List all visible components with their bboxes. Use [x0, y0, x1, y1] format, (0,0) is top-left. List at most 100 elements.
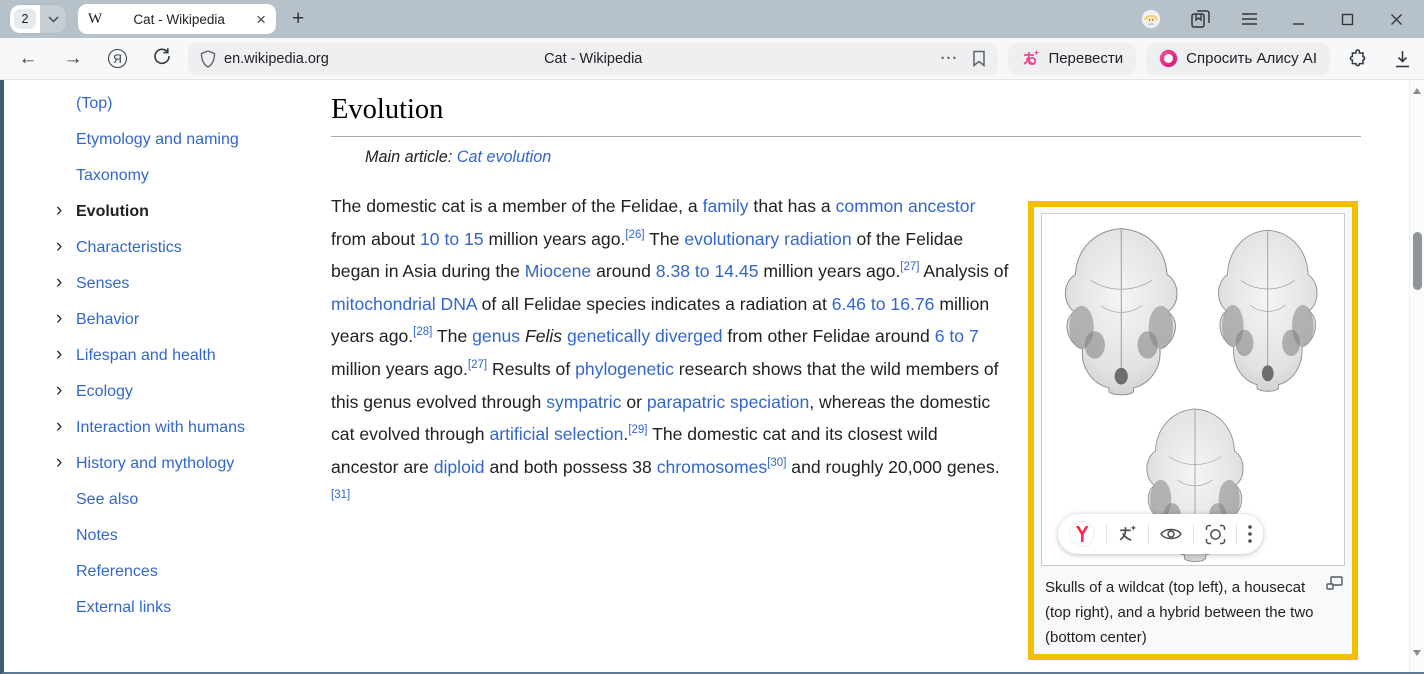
close-window-button[interactable] — [1386, 9, 1406, 29]
translate-button[interactable]: Перевести — [1008, 43, 1136, 75]
sidebar-item-senses[interactable]: ›Senses — [76, 266, 245, 302]
wiki-link[interactable]: diploid — [434, 457, 485, 477]
tab-close-icon[interactable]: × — [256, 11, 266, 28]
minimize-button[interactable] — [1288, 9, 1308, 29]
chevron-right-icon[interactable]: › — [56, 337, 62, 373]
wiki-link[interactable]: Miocene — [525, 261, 592, 281]
chevron-right-icon[interactable]: › — [56, 301, 62, 337]
wiki-link[interactable]: parapatric speciation — [647, 392, 809, 412]
browser-toolbar: ← → Я en.wikipedia.org Cat - Wikipedia ·… — [0, 38, 1424, 80]
menu-icon[interactable] — [1239, 9, 1259, 29]
tab-group-button[interactable]: 2 — [10, 5, 66, 33]
maximize-button[interactable] — [1337, 9, 1357, 29]
more-vertical-icon[interactable] — [1248, 525, 1252, 543]
address-more-icon[interactable]: ··· — [940, 50, 958, 67]
wiki-link[interactable]: chromosomes — [657, 457, 768, 477]
sidebar-item-characteristics[interactable]: ›Characteristics — [76, 230, 245, 266]
sidebar-item-label: See also — [76, 491, 138, 508]
page-scrollbar[interactable] — [1409, 80, 1424, 672]
evolution-paragraph: The domestic cat is a member of the Feli… — [331, 190, 1009, 516]
sidebar-item-label: Behavior — [76, 311, 139, 328]
scrollbar-thumb[interactable] — [1413, 232, 1422, 290]
sidebar-item-top[interactable]: (Top) — [76, 86, 245, 122]
sidebar-item-ecology[interactable]: ›Ecology — [76, 374, 245, 410]
sidebar-item-label: Ecology — [76, 383, 133, 400]
reference-link[interactable]: [27] — [468, 359, 487, 371]
enlarge-icon[interactable] — [1326, 576, 1343, 590]
forward-button[interactable]: → — [63, 48, 83, 70]
reference-link[interactable]: [30] — [767, 457, 786, 469]
downloads-icon[interactable] — [1392, 49, 1412, 69]
extensions-puzzle-icon[interactable] — [1348, 49, 1368, 69]
wiki-link[interactable]: family — [703, 196, 749, 216]
chevron-right-icon[interactable]: › — [56, 373, 62, 409]
reference-link[interactable]: [27] — [900, 261, 919, 273]
skulls-figure-highlighted[interactable]: Skulls of a wildcat (top left), a housec… — [1028, 201, 1358, 660]
translate-icon — [1021, 49, 1040, 68]
yandex-logo-icon[interactable] — [1069, 521, 1095, 547]
hatnote: Main article: Cat evolution — [365, 148, 1361, 167]
sidebar-item-history-and-mythology[interactable]: ›History and mythology — [76, 446, 245, 482]
site-security-shield-icon[interactable] — [200, 50, 216, 68]
eye-icon[interactable] — [1160, 526, 1182, 542]
reference-link[interactable]: [29] — [628, 424, 647, 436]
scroll-down-arrow[interactable] — [1413, 650, 1421, 656]
toolbar-divider — [1193, 524, 1194, 544]
image-search-icon[interactable] — [1205, 524, 1226, 545]
profile-avatar[interactable] — [1141, 9, 1161, 29]
sidebar-item-notes[interactable]: Notes — [76, 518, 245, 554]
tab-counter[interactable]: 2 — [10, 5, 40, 33]
chevron-right-icon[interactable]: › — [56, 445, 62, 481]
sidebar-item-taxonomy[interactable]: Taxonomy — [76, 158, 245, 194]
sidebar-item-see-also[interactable]: See also — [76, 482, 245, 518]
wiki-link[interactable]: genus — [472, 326, 520, 346]
sidebar-item-lifespan-and-health[interactable]: ›Lifespan and health — [76, 338, 245, 374]
reference-link[interactable]: [31] — [331, 489, 350, 501]
skulls-image[interactable] — [1041, 213, 1345, 566]
ask-alice-button[interactable]: Спросить Алису AI — [1146, 43, 1330, 75]
reload-button[interactable] — [152, 47, 172, 71]
chevron-right-icon[interactable]: › — [56, 409, 62, 445]
side-panels-icon[interactable] — [1190, 9, 1210, 29]
tab-cat-wikipedia[interactable]: W Cat - Wikipedia × — [78, 4, 276, 34]
wikipedia-favicon: W — [88, 11, 102, 28]
chevron-right-icon[interactable]: › — [56, 265, 62, 301]
toolbar-divider — [1236, 524, 1237, 544]
wiki-link[interactable]: evolutionary radiation — [684, 229, 851, 249]
sidebar-item-label: Interaction with humans — [76, 419, 245, 436]
back-button[interactable]: ← — [18, 48, 38, 70]
wiki-link[interactable]: 8.38 to 14.45 — [656, 261, 759, 281]
translate-image-icon[interactable] — [1117, 524, 1137, 544]
paragraph-text: Analysis of — [919, 261, 1008, 281]
sidebar-item-evolution[interactable]: ›Evolution — [76, 194, 245, 230]
sidebar-item-external-links[interactable]: External links — [76, 590, 245, 626]
reference-link[interactable]: [28] — [413, 327, 432, 339]
sidebar-item-behavior[interactable]: ›Behavior — [76, 302, 245, 338]
wiki-link[interactable]: 6.46 to 16.76 — [832, 294, 935, 314]
chevron-right-icon[interactable]: › — [56, 193, 62, 229]
yandex-home-button[interactable]: Я — [108, 49, 127, 68]
url-text[interactable]: en.wikipedia.org — [224, 51, 329, 67]
wiki-link[interactable]: genetically diverged — [567, 326, 723, 346]
wiki-link[interactable]: 10 to 15 — [420, 229, 484, 249]
bookmark-icon[interactable] — [972, 50, 986, 67]
wiki-link[interactable]: 6 to 7 — [935, 326, 979, 346]
wiki-link[interactable]: phylogenetic — [575, 359, 674, 379]
address-bar[interactable]: en.wikipedia.org Cat - Wikipedia ··· — [188, 43, 998, 75]
sidebar-item-interaction-with-humans[interactable]: ›Interaction with humans — [76, 410, 245, 446]
new-tab-button[interactable]: + — [292, 7, 304, 31]
scroll-up-arrow[interactable] — [1413, 88, 1421, 94]
wiki-link[interactable]: sympatric — [546, 392, 621, 412]
chevron-down-icon — [48, 16, 59, 23]
paragraph-text: around — [591, 261, 656, 281]
reference-link[interactable]: [26] — [625, 229, 644, 241]
tab-list-dropdown[interactable] — [40, 5, 66, 33]
hatnote-link[interactable]: Cat evolution — [457, 148, 552, 166]
sidebar-item-etymology-and-naming[interactable]: Etymology and naming — [76, 122, 245, 158]
wiki-link[interactable]: mitochondrial DNA — [331, 294, 477, 314]
chevron-right-icon[interactable]: › — [56, 229, 62, 265]
wiki-link[interactable]: artificial selection — [489, 424, 623, 444]
sidebar-item-references[interactable]: References — [76, 554, 245, 590]
wiki-link[interactable]: common ancestor — [836, 196, 976, 216]
sidebar-item-label: Etymology and naming — [76, 131, 239, 148]
